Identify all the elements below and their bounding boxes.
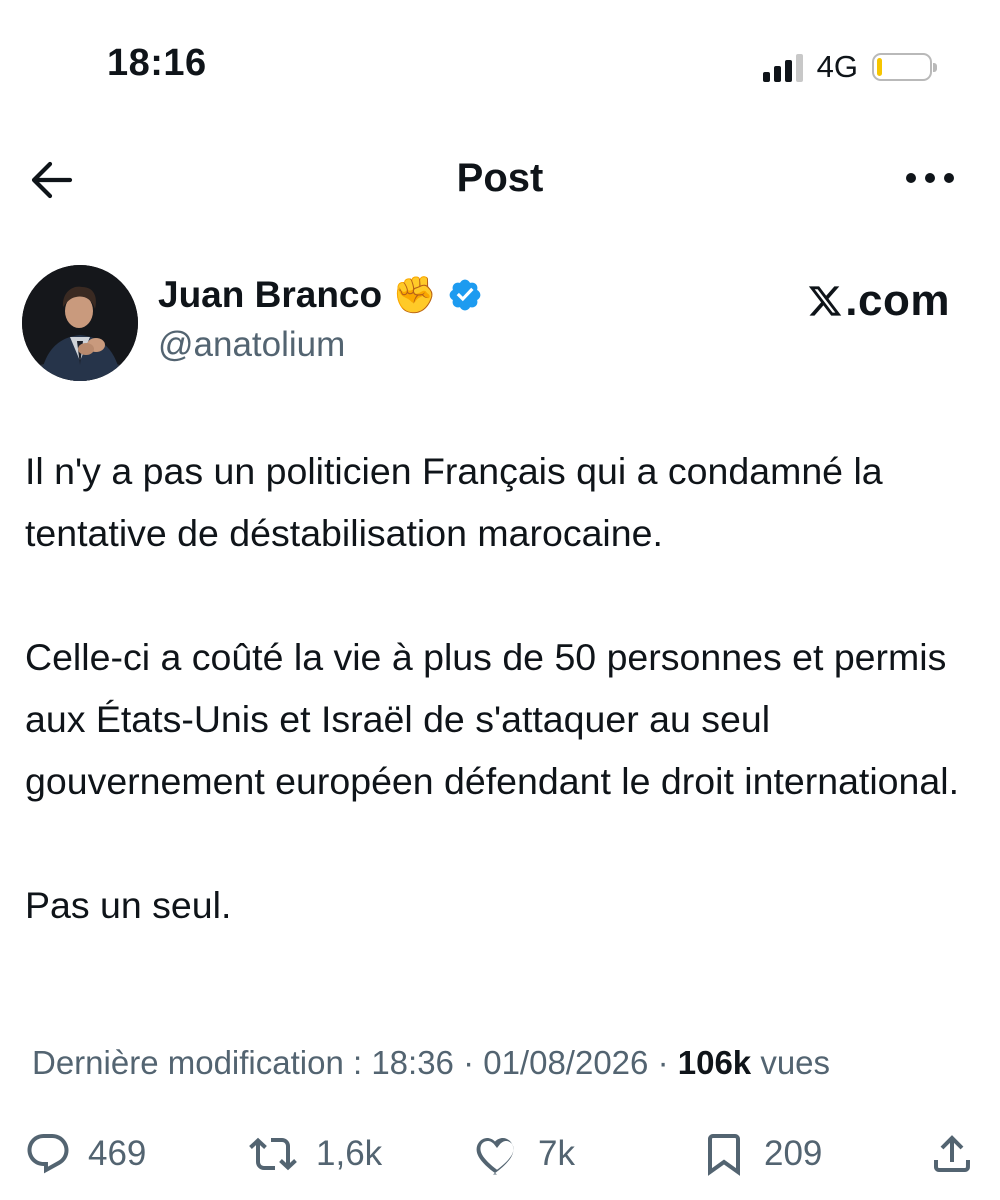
repost-count: 1,6k bbox=[316, 1134, 383, 1173]
repost-button[interactable]: 1,6k bbox=[246, 1126, 382, 1182]
post-paragraph: Pas un seul. bbox=[25, 884, 232, 926]
repost-icon bbox=[249, 1137, 297, 1171]
like-button[interactable]: 7k bbox=[472, 1126, 575, 1182]
bookmark-button[interactable]: 209 bbox=[700, 1126, 822, 1182]
post-meta: Dernière modification : 18:36 · 01/08/20… bbox=[32, 1044, 830, 1082]
heart-icon bbox=[476, 1137, 514, 1175]
top-nav-bar: Post bbox=[0, 148, 1000, 208]
verified-badge-icon bbox=[449, 279, 481, 311]
action-bar: 469 1,6k 7k 209 bbox=[0, 1126, 1000, 1182]
share-button[interactable] bbox=[928, 1126, 976, 1182]
like-count: 7k bbox=[538, 1134, 575, 1173]
share-icon bbox=[934, 1135, 970, 1172]
reply-count: 469 bbox=[88, 1134, 147, 1173]
post-screen: 18:16 4G Post Juan Branco ✊ @anatolium .… bbox=[0, 0, 1000, 1200]
x-logo-icon bbox=[809, 286, 842, 316]
more-options-button[interactable] bbox=[900, 158, 960, 198]
avatar[interactable] bbox=[22, 265, 138, 381]
meta-separator: · bbox=[657, 1044, 669, 1081]
status-indicators: 4G bbox=[762, 48, 937, 86]
reply-button[interactable]: 469 bbox=[24, 1126, 146, 1182]
status-time: 18:16 bbox=[107, 42, 207, 84]
more-horizontal-icon bbox=[906, 173, 954, 183]
network-type: 4G bbox=[816, 49, 858, 84]
bookmark-count: 209 bbox=[764, 1134, 823, 1173]
author-name[interactable]: Juan Branco bbox=[158, 274, 382, 316]
raised-fist-emoji: ✊ bbox=[392, 274, 437, 315]
signal-icon bbox=[762, 52, 803, 82]
post-paragraph: Celle-ci a coûté la vie à plus de 50 per… bbox=[25, 636, 960, 802]
battery-level bbox=[877, 58, 882, 76]
watermark-text: .com bbox=[845, 276, 950, 325]
post-text: Il n'y a pas un politicien Français qui … bbox=[25, 440, 985, 998]
author-name-row[interactable]: Juan Branco ✊ bbox=[158, 274, 483, 316]
views-count: 106k bbox=[677, 1044, 752, 1081]
reply-icon bbox=[27, 1134, 69, 1174]
avatar-photo bbox=[22, 265, 138, 381]
page-title: Post bbox=[456, 156, 544, 200]
post-paragraph: Il n'y a pas un politicien Français qui … bbox=[25, 450, 883, 554]
x-com-watermark: .com bbox=[807, 276, 950, 326]
battery-icon bbox=[872, 53, 937, 81]
bookmark-icon bbox=[708, 1134, 740, 1176]
views-label: vues bbox=[760, 1044, 831, 1081]
author-handle[interactable]: @anatolium bbox=[158, 325, 345, 365]
edited-timestamp[interactable]: Dernière modification : 18:36 · 01/08/20… bbox=[32, 1044, 648, 1081]
